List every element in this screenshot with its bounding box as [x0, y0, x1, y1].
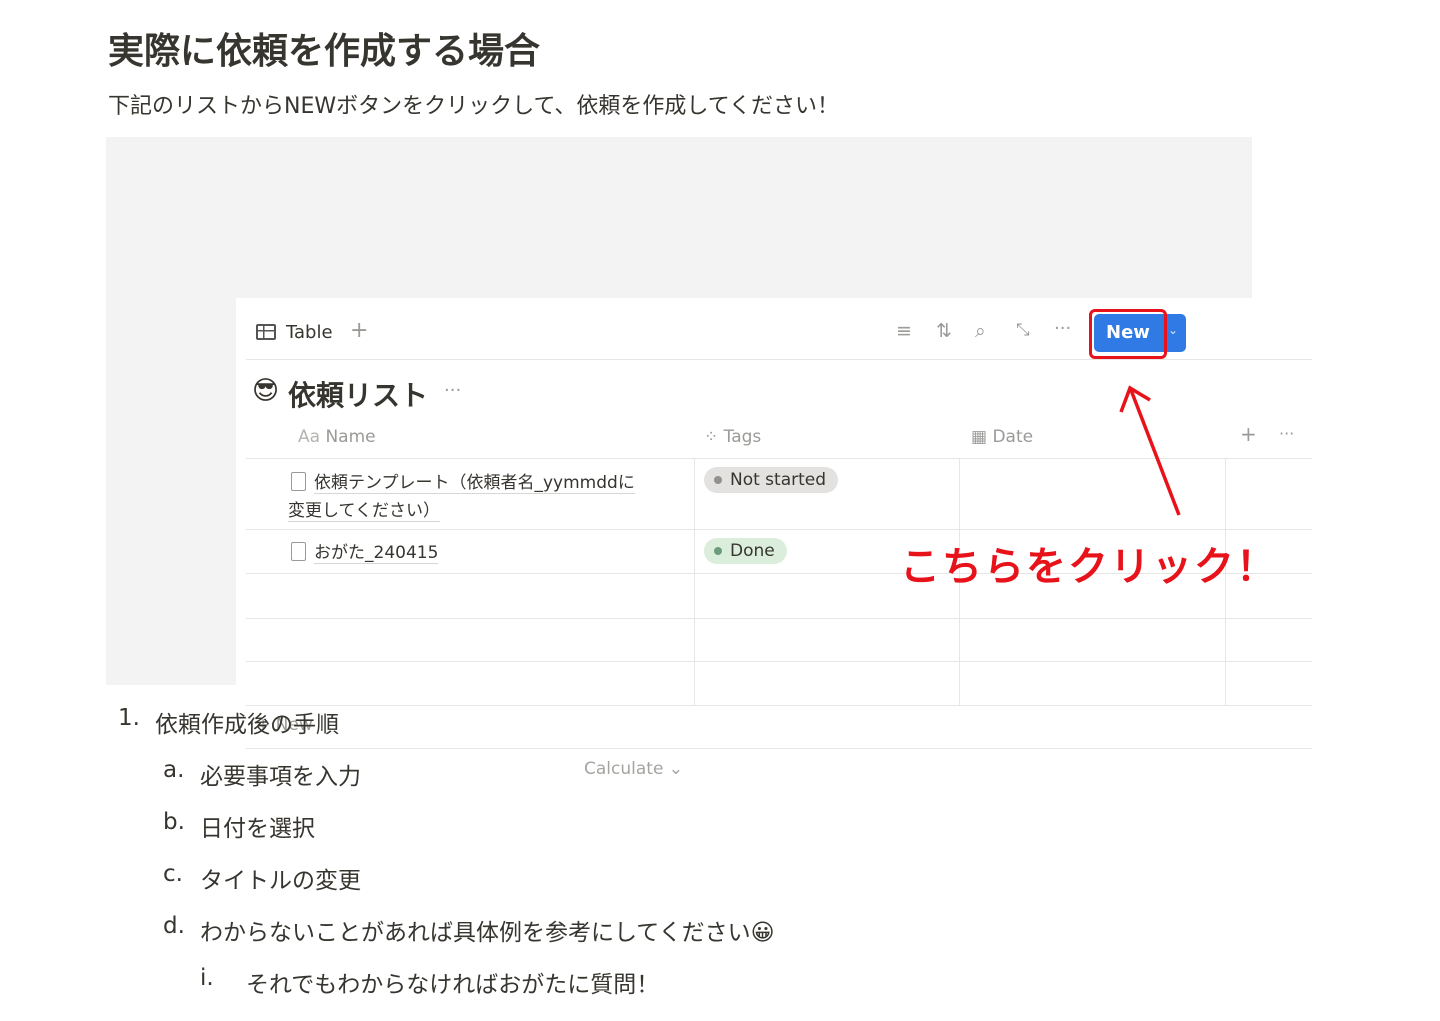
- db-more-icon[interactable]: ···: [444, 380, 461, 401]
- substep-number: b.: [163, 809, 185, 835]
- sort-icon[interactable]: ⇅: [936, 320, 952, 342]
- substep-text: 日付を選択: [200, 816, 315, 842]
- status-label: Not started: [730, 470, 827, 490]
- db-title: 依頼リスト: [288, 379, 429, 412]
- subsubstep-text: それでもわからなければおがたに質問！: [246, 972, 660, 998]
- screenshot-image: Table + ≡ ⇅ ⌕ ⤡ ··· New ⌄ 😎 依頼リスト ··· Aa…: [106, 137, 1330, 794]
- intro-text: 下記のリストからNEWボタンをクリックして、依頼を作成してください！: [108, 94, 840, 119]
- status-icon: ⁘: [704, 427, 719, 447]
- red-arrow-icon: [1119, 385, 1181, 516]
- substep-text: 必要事項を入力: [200, 764, 361, 790]
- row-title[interactable]: 依頼テンプレート（依頼者名_yymmddに: [314, 473, 635, 494]
- substep-number: d.: [163, 913, 185, 939]
- substep-number: c.: [163, 861, 183, 887]
- more-icon[interactable]: ···: [1054, 318, 1071, 339]
- calculate-button[interactable]: Calculate ⌄: [584, 759, 683, 779]
- substep-text: わからないことがあれば具体例を参考にしてください😀: [200, 920, 775, 946]
- text-property-icon: Aa: [298, 427, 321, 447]
- add-view-icon[interactable]: +: [350, 318, 368, 343]
- page-heading: 実際に依頼を作成する場合: [108, 31, 541, 72]
- date-column-header[interactable]: ▦ Date: [971, 427, 1033, 447]
- calendar-icon: ▦: [971, 427, 988, 447]
- table-icon: [256, 324, 276, 340]
- page-icon: [291, 472, 306, 491]
- row-title-cont[interactable]: 変更してください）: [288, 496, 440, 522]
- status-dot: [714, 476, 722, 484]
- step-number: 1.: [118, 705, 140, 731]
- name-header-label: Name: [325, 427, 376, 447]
- date-header-label: Date: [992, 427, 1034, 447]
- status-label: Done: [730, 541, 775, 561]
- column-more-icon[interactable]: ···: [1279, 424, 1294, 443]
- subsubstep-number: i.: [200, 965, 214, 991]
- db-emoji: 😎: [252, 376, 280, 406]
- substep-number: a.: [163, 757, 185, 783]
- step-text: 依頼作成後の手順: [155, 712, 339, 738]
- filter-icon[interactable]: ≡: [896, 320, 912, 342]
- status-badge[interactable]: Done: [704, 538, 787, 564]
- tags-header-label: Tags: [723, 427, 762, 447]
- name-column-header[interactable]: Aa Name: [298, 427, 376, 447]
- status-dot: [714, 547, 722, 555]
- add-property-icon[interactable]: +: [1240, 422, 1257, 446]
- row-title[interactable]: おがた_240415: [314, 543, 439, 564]
- expand-icon[interactable]: ⤡: [1016, 320, 1030, 340]
- calculate-label: Calculate: [584, 759, 664, 779]
- status-badge[interactable]: Not started: [704, 467, 839, 493]
- annotation-text: こちらをクリック！: [900, 544, 1278, 590]
- chevron-down-icon[interactable]: ⌄: [1168, 323, 1178, 337]
- highlight-box: [1089, 309, 1167, 359]
- substep-text: タイトルの変更: [200, 868, 361, 894]
- tags-column-header[interactable]: ⁘ Tags: [704, 427, 761, 447]
- page-icon: [291, 542, 306, 561]
- view-tab-table[interactable]: Table: [286, 322, 333, 343]
- notion-database-screenshot: Table + ≡ ⇅ ⌕ ⤡ ··· New ⌄ 😎 依頼リスト ··· Aa…: [236, 298, 1330, 794]
- search-icon[interactable]: ⌕: [975, 320, 986, 342]
